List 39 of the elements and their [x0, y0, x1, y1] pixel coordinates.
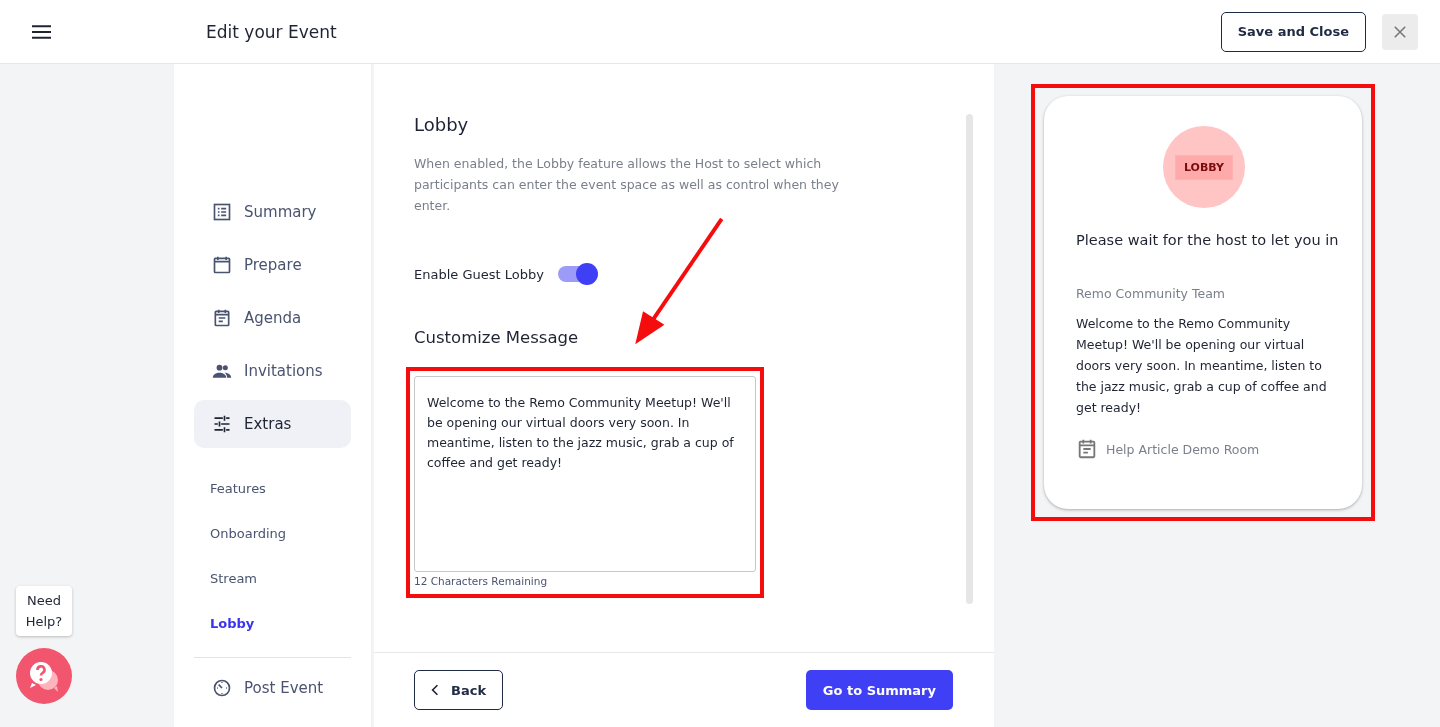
room-link[interactable]: Help Article Demo Room: [1106, 441, 1260, 457]
sender-name: Remo Community Team: [1076, 286, 1226, 301]
sidebar-item[interactable]: Invitations: [194, 347, 351, 395]
help-tooltip: Need Help?: [16, 586, 72, 636]
close-button[interactable]: [1382, 13, 1418, 50]
section-description: When enabled, the Lobby feature allows the Host to select which participants can enter the event space as well as control when they enter.: [414, 155, 840, 215]
sidebar-item[interactable]: Prepare: [194, 241, 351, 289]
sidebar-subitem[interactable]: Onboarding: [194, 514, 351, 559]
sidebar-item[interactable]: Extras: [194, 400, 351, 448]
sidebar-item[interactable]: Agenda: [194, 294, 351, 342]
preview-message: Welcome to the Remo Community Meetup! We'll be opening our virtual doors very soon. In meantime, listen to the jazz music, grab a cup of coffee and get ready!: [1076, 315, 1328, 417]
sidebar-subitem[interactable]: Features: [194, 469, 351, 514]
timer-icon: [212, 678, 232, 698]
message-heading: Customize Message: [414, 328, 580, 347]
lobby-toggle[interactable]: [557, 266, 596, 282]
toggle-label: Enable Guest Lobby: [414, 266, 544, 282]
agenda-icon: [1076, 438, 1098, 460]
characters-remaining: 12 Characters Remaining: [414, 575, 549, 587]
sidebar-subitem[interactable]: Stream: [194, 559, 351, 604]
save-and-close-button[interactable]: Save and Close: [1220, 11, 1366, 52]
list-icon: [212, 202, 232, 222]
sliders-icon: [212, 414, 232, 434]
back-button[interactable]: Back: [414, 670, 504, 710]
close-icon: [1393, 24, 1407, 39]
section-title: Lobby: [414, 114, 470, 135]
menu-icon[interactable]: [32, 24, 51, 39]
sidebar-item[interactable]: Summary: [194, 188, 351, 236]
scrollbar[interactable]: [966, 114, 973, 604]
page-title: Edit your Event: [206, 21, 338, 42]
help-button[interactable]: [16, 648, 72, 704]
sidebar-item[interactable]: Post Event: [194, 664, 351, 712]
preview-heading: Please wait for the host to let you in: [1076, 232, 1340, 248]
sidebar-subitem[interactable]: Lobby: [194, 604, 351, 649]
go-to-summary-button[interactable]: Go to Summary: [805, 670, 953, 710]
agenda-icon: [212, 308, 232, 328]
chevron-left-icon: [431, 684, 439, 696]
message-field[interactable]: Welcome to the Remo Community Meetup! We'll be opening our virtual doors very soon. In meantime, listen to the jazz music, grab a cup of coffee and get ready!: [414, 376, 756, 572]
lobby-badge-icon: LOBBY: [1163, 126, 1245, 208]
calendar-icon: [212, 255, 232, 275]
